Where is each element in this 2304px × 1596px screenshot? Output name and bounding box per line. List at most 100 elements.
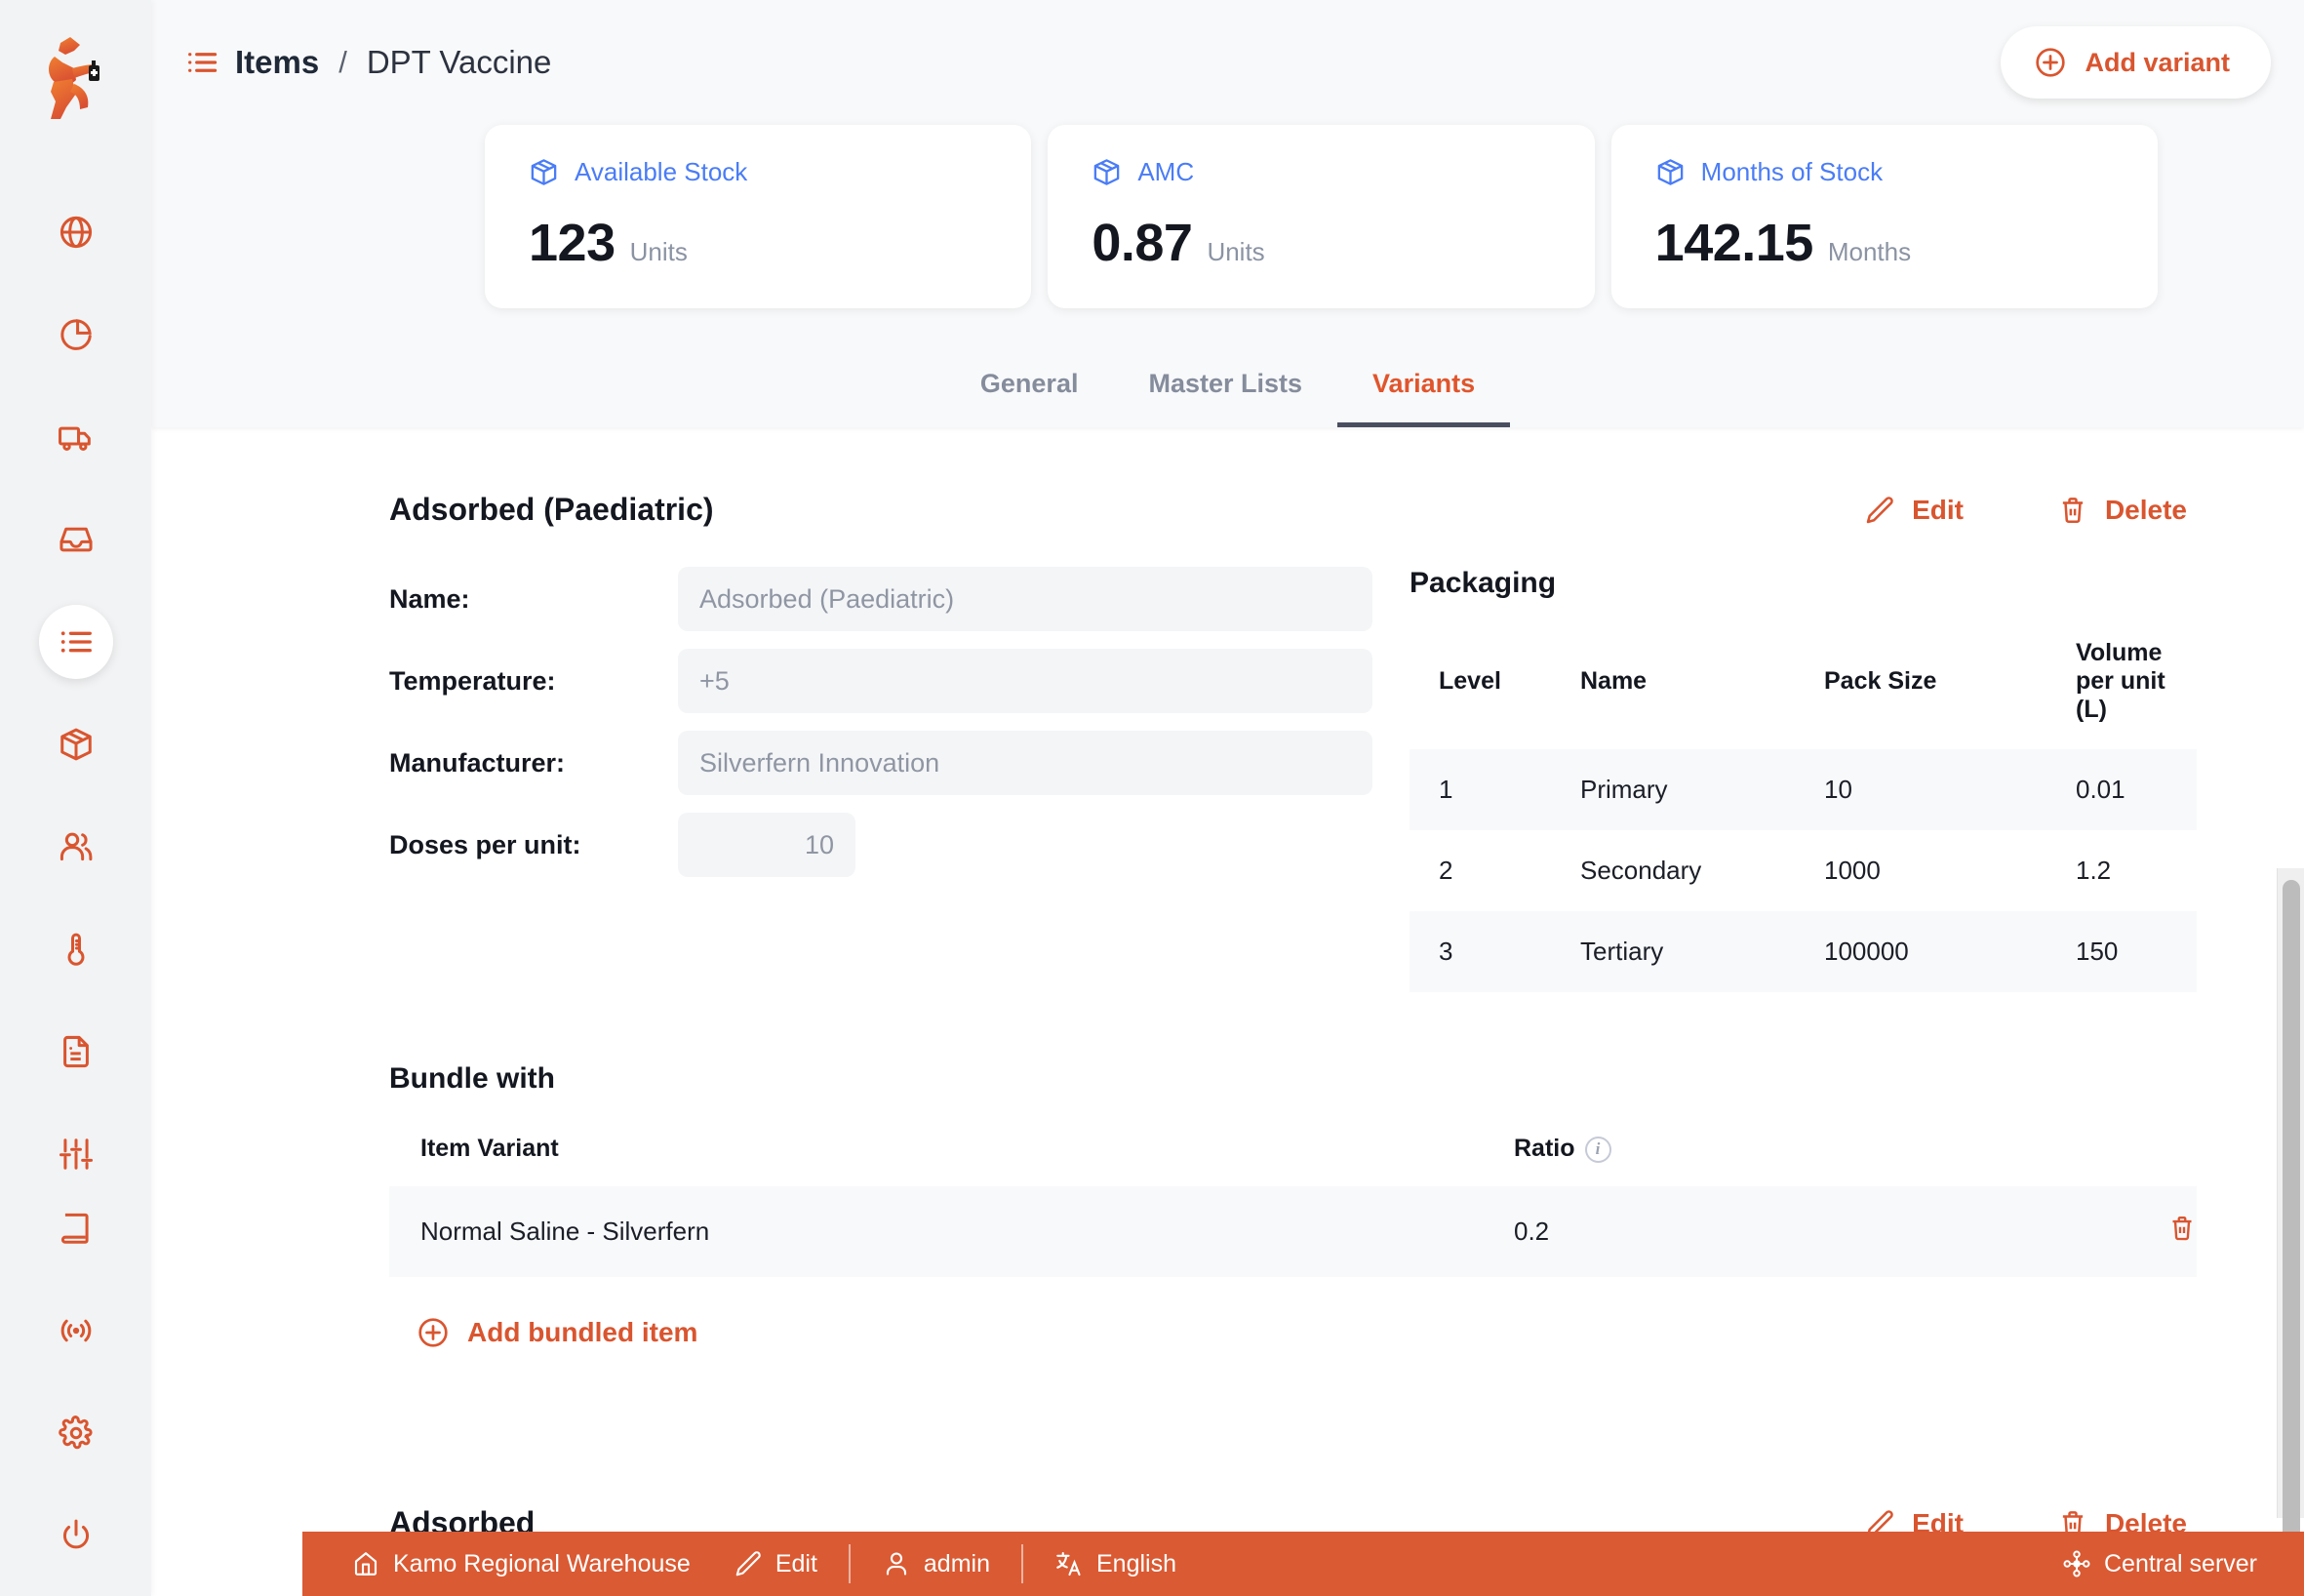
status-language[interactable]: English (1033, 1549, 1198, 1578)
network-icon (2062, 1549, 2091, 1578)
col-actions (2060, 1135, 2197, 1186)
stat-label: AMC (1137, 157, 1195, 186)
field-label: Doses per unit: (389, 829, 581, 859)
book-icon (58, 1210, 95, 1247)
field-label: Name: (389, 583, 470, 614)
delete-bundled-item-button[interactable] (2167, 1214, 2197, 1243)
table-row: 1 Primary 10 0.01 (1410, 749, 2197, 830)
package-icon (58, 726, 95, 763)
delete-label: Delete (2104, 494, 2187, 525)
sidebar-item-items[interactable] (38, 605, 113, 679)
thermometer-icon (58, 931, 95, 968)
sidebar-item-inventory[interactable] (39, 707, 113, 781)
field-name: Name: Adsorbed (Paediatric) (389, 567, 1374, 631)
cell-volume: 0.01 (2076, 775, 2125, 804)
gear-icon (58, 1415, 95, 1452)
packaging-section: Packaging Level Name Pack Size Volume pe… (1410, 567, 2197, 992)
list-menu-icon[interactable] (184, 45, 219, 80)
col-item-variant: Item Variant (420, 1135, 559, 1162)
stat-label: Available Stock (575, 157, 748, 186)
delete-variant-button[interactable]: Delete (2057, 495, 2187, 526)
temperature-input[interactable]: +5 (678, 649, 1372, 713)
status-store-label: Kamo Regional Warehouse (393, 1549, 691, 1577)
app-root: Items / DPT Vaccine Add variant Availabl… (0, 0, 2304, 1596)
status-edit-label: Edit (775, 1549, 817, 1577)
trash-icon (2057, 495, 2088, 526)
col-pack-size: Pack Size (1824, 667, 1937, 695)
table-header-row: Item Variant Ratio i (389, 1135, 2197, 1186)
table-header-row: Level Name Pack Size Volume per unit (L) (1410, 639, 2197, 749)
tab-general[interactable]: General (945, 369, 1114, 427)
field-label: Manufacturer: (389, 747, 566, 778)
sidebar-item-customers[interactable] (39, 810, 113, 884)
globe-icon (58, 214, 95, 251)
packaging-table: Level Name Pack Size Volume per unit (L)… (1410, 639, 2197, 992)
stat-unit: Units (629, 237, 688, 266)
cell-pack-size: 10 (1824, 775, 1852, 804)
cell-level: 1 (1439, 775, 1453, 804)
add-variant-button[interactable]: Add variant (2001, 26, 2271, 99)
col-ratio-label: Ratio (1514, 1135, 1575, 1162)
stat-unit: Units (1207, 237, 1265, 266)
variant-card-adsorbed-paediatric: Adsorbed (Paediatric) Edit Delete Name: … (389, 492, 2197, 1349)
stat-unit: Months (1827, 237, 1912, 266)
sidebar-item-distribution[interactable] (39, 400, 113, 474)
variant-title: Adsorbed (Paediatric) (389, 492, 714, 527)
translate-icon (1054, 1549, 1084, 1578)
pencil-icon (734, 1549, 763, 1578)
field-label: Temperature: (389, 665, 556, 696)
manufacturer-input[interactable]: Silverfern Innovation (678, 731, 1372, 795)
sidebar-item-replenishment[interactable] (39, 502, 113, 577)
tab-variants[interactable]: Variants (1337, 369, 1511, 427)
col-name: Name (1580, 667, 1648, 695)
stat-value: 142.15 (1654, 214, 1814, 272)
vertical-scrollbar[interactable] (2277, 868, 2304, 1596)
package-icon (529, 157, 559, 187)
cell-pack-size: 1000 (1824, 856, 1881, 885)
sidebar-item-globe[interactable] (39, 195, 113, 269)
breadcrumb-leaf: DPT Vaccine (366, 44, 552, 80)
col-volume-per-unit: Volume per unit (L) (2076, 639, 2165, 723)
tab-bar: General Master Lists Variants (151, 369, 2304, 427)
inbox-icon (58, 521, 95, 558)
name-input[interactable]: Adsorbed (Paediatric) (678, 567, 1372, 631)
sidebar-item-reports[interactable] (39, 1015, 113, 1089)
sidebar-bottom-nav (39, 1191, 113, 1596)
sidebar-item-sync[interactable] (39, 1294, 113, 1368)
sidebar-item-coldchain[interactable] (39, 912, 113, 986)
status-divider (848, 1544, 851, 1583)
breadcrumb: Items / DPT Vaccine (184, 44, 551, 81)
sidebar-item-settings[interactable] (39, 1396, 113, 1470)
pencil-icon (1864, 495, 1895, 526)
sidebar-item-dashboard[interactable] (39, 298, 113, 372)
page-header: Items / DPT Vaccine Add variant (151, 0, 2304, 125)
edit-variant-button[interactable]: Edit (1864, 495, 1964, 526)
scrollbar-thumb[interactable] (2283, 880, 2300, 1596)
package-icon (1655, 157, 1686, 187)
tab-master-lists[interactable]: Master Lists (1113, 369, 1337, 427)
breadcrumb-root[interactable]: Items (235, 44, 319, 81)
add-bundled-item-button[interactable]: Add bundled item (389, 1316, 2197, 1349)
col-level: Level (1439, 667, 1501, 695)
sidebar-item-docs[interactable] (39, 1191, 113, 1265)
cell-volume: 1.2 (2076, 856, 2112, 885)
variants-content: Adsorbed (Paediatric) Edit Delete Name: … (151, 427, 2304, 1596)
status-server[interactable]: Central server (2062, 1549, 2304, 1578)
doses-per-unit-input[interactable]: 10 (678, 813, 855, 877)
msupply-logo[interactable] (31, 33, 121, 119)
status-store[interactable]: Kamo Regional Warehouse (330, 1549, 712, 1578)
info-icon[interactable]: i (1584, 1136, 1611, 1163)
status-edit[interactable]: Edit (712, 1549, 839, 1578)
sidebar-item-manage[interactable] (39, 1117, 113, 1191)
power-icon (58, 1517, 95, 1554)
cell-item-variant: Normal Saline - Silverfern (420, 1217, 710, 1246)
list-icon (58, 623, 95, 660)
sidebar-item-logout[interactable] (39, 1498, 113, 1573)
packaging-title: Packaging (1410, 567, 1557, 599)
bundle-title: Bundle with (389, 1062, 555, 1095)
scroll-area: Adsorbed (Paediatric) Edit Delete Name: … (151, 427, 2304, 1596)
status-user[interactable]: admin (860, 1549, 1012, 1578)
sidebar (0, 0, 151, 1596)
stat-value: 0.87 (1092, 214, 1193, 272)
table-row: 3 Tertiary 100000 150 (1410, 911, 2197, 992)
